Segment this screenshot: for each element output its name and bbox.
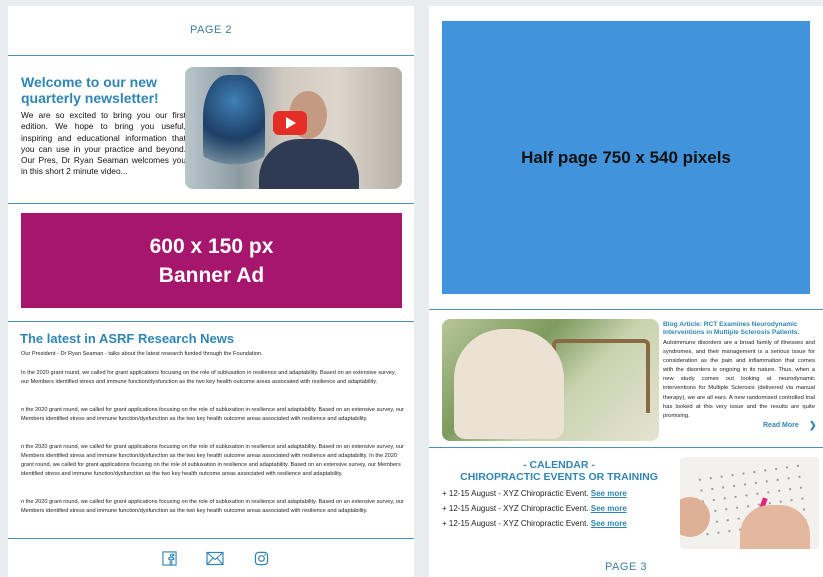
see-more-link[interactable]: See more <box>591 504 627 513</box>
calendar-event-text: + 12-15 August - XYZ Chiropractic Event. <box>442 489 589 498</box>
seated-person-shape <box>454 329 564 439</box>
email-icon[interactable] <box>206 551 224 566</box>
instagram-icon[interactable] <box>254 551 269 566</box>
welcome-title: Welcome to our new quarterly newsletter! <box>21 74 159 106</box>
see-more-link[interactable]: See more <box>591 489 627 498</box>
divider <box>8 321 414 322</box>
calendar-event: + 12-15 August - XYZ Chiropractic Event.… <box>442 504 627 513</box>
hand-shape <box>740 505 810 549</box>
divider <box>429 447 823 448</box>
welcome-video[interactable] <box>185 67 402 189</box>
bird-painting-image <box>203 75 265 179</box>
calendar-event: + 12-15 August - XYZ Chiropractic Event.… <box>442 489 627 498</box>
banner-ad[interactable]: 600 x 150 px Banner Ad <box>21 213 402 308</box>
banner-ad-line2: Banner Ad <box>158 263 265 287</box>
read-more-link[interactable]: Read More <box>763 422 799 429</box>
chevron-right-icon[interactable]: ❯ <box>809 420 817 431</box>
play-icon[interactable] <box>273 111 307 135</box>
blog-article-image[interactable] <box>442 319 659 441</box>
newsletter-page-2: PAGE 2 Welcome to our new quarterly news… <box>8 6 414 577</box>
divider <box>8 203 414 204</box>
newsletter-page-3: Half page 750 x 540 pixels Blog Article:… <box>429 6 823 577</box>
divider <box>8 55 414 56</box>
calendar-event: + 12-15 August - XYZ Chiropractic Event.… <box>442 519 627 528</box>
research-news-paragraph: In the 2020 grant round, we called for g… <box>21 370 396 385</box>
facebook-icon[interactable] <box>162 551 177 566</box>
page-number: PAGE 2 <box>190 24 232 36</box>
page-number: PAGE 3 <box>605 561 647 573</box>
presenter-body <box>259 139 359 189</box>
swing-shape <box>552 339 650 413</box>
divider <box>8 538 414 539</box>
calendar-event-text: + 12-15 August - XYZ Chiropractic Event. <box>442 504 589 513</box>
half-page-ad[interactable]: Half page 750 x 540 pixels <box>442 21 810 294</box>
research-news-paragraph: n the 2020 grant round, we called for gr… <box>21 444 404 477</box>
calendar-title: - CALENDAR - CHIROPRACTIC EVENTS OR TRAI… <box>460 459 658 483</box>
calendar-image <box>680 457 819 549</box>
blog-article-title[interactable]: Blog Article: RCT Examines Neurodynamic … <box>663 321 815 338</box>
see-more-link[interactable]: See more <box>591 519 627 528</box>
divider <box>429 309 823 310</box>
research-news-paragraph: n the 2020 grant round, we called for gr… <box>21 499 404 514</box>
blog-article-excerpt: Autoimmune disorders are a broad family … <box>663 340 815 419</box>
research-news-paragraph: n the 2020 grant round, we called for gr… <box>21 407 404 422</box>
welcome-text: We are so excited to bring you our first… <box>21 110 186 177</box>
banner-ad-line1: 600 x 150 px <box>149 234 274 258</box>
calendar-event-text: + 12-15 August - XYZ Chiropractic Event. <box>442 519 589 528</box>
research-news-lead: Our President - Dr Ryan Seaman - talks a… <box>21 351 263 357</box>
half-page-ad-label: Half page 750 x 540 pixels <box>521 147 731 167</box>
research-news-title: The latest in ASRF Research News <box>20 331 235 346</box>
